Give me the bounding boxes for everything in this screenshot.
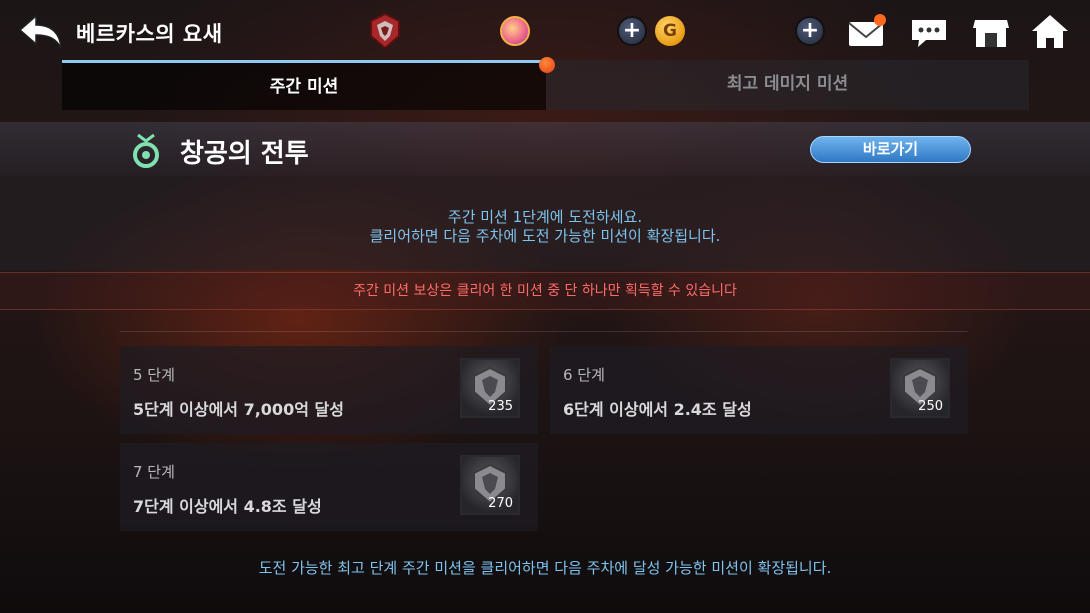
reward-notice: 주간 미션 보상은 클리어 한 미션 중 단 하나만 획득할 수 있습니다: [353, 283, 737, 299]
description-line-1: 주간 미션 1단계에 도전하세요.: [447, 208, 643, 226]
goto-button[interactable]: 바로가기: [810, 136, 971, 163]
reward-count: 250: [918, 399, 943, 414]
mail-icon[interactable]: [846, 12, 888, 52]
sky-battle-icon: [130, 133, 162, 169]
reward-count: 235: [488, 399, 513, 414]
top-bar: 베르카스의 요새 + G +: [0, 0, 1090, 62]
screen-title: 베르카스의 요새: [76, 22, 223, 46]
mission-card[interactable]: 7 단계 7단계 이상에서 4.8조 달성 270: [120, 443, 538, 531]
gold-coin-icon: G: [655, 16, 685, 46]
add-currency-button[interactable]: +: [795, 16, 825, 46]
add-gold-button[interactable]: +: [617, 16, 647, 46]
new-mail-badge: [874, 14, 886, 26]
gem-orb-icon[interactable]: [500, 16, 530, 46]
mission-step: 5 단계: [133, 366, 175, 384]
home-icon[interactable]: [1030, 12, 1072, 52]
mission-description: 5단계 이상에서 7,000억 달성: [133, 400, 344, 419]
mission-card[interactable]: 5 단계 5단계 이상에서 7,000억 달성 235: [120, 346, 538, 434]
section-title: 창공의 전투: [180, 139, 309, 169]
mission-card[interactable]: 6 단계 6단계 이상에서 2.4조 달성 250: [550, 346, 968, 434]
description-panel: 주간 미션 1단계에 도전하세요. 클리어하면 다음 주차에 도전 가능한 미션…: [0, 176, 1090, 270]
notice-panel: 주간 미션 보상은 클리어 한 미션 중 단 하나만 획득할 수 있습니다: [0, 272, 1090, 310]
dragon-emblem-icon[interactable]: [366, 12, 404, 50]
reward-count: 270: [488, 496, 513, 511]
section-header: 창공의 전투 바로가기: [0, 122, 1090, 176]
tab-progress-marker: [539, 57, 555, 73]
shop-icon[interactable]: [970, 12, 1012, 52]
mission-step: 6 단계: [563, 366, 605, 384]
mission-description: 7단계 이상에서 4.8조 달성: [133, 497, 322, 516]
reward-badge-icon: 250: [890, 358, 950, 418]
mission-tabs: 주간 미션 최고 데미지 미션: [62, 57, 1029, 110]
tab-weekly-mission[interactable]: 주간 미션: [62, 60, 546, 110]
tab-max-damage-mission[interactable]: 최고 데미지 미션: [546, 60, 1029, 110]
chat-icon[interactable]: [908, 12, 950, 52]
description-line-2: 클리어하면 다음 주차에 도전 가능한 미션이 확장됩니다.: [369, 227, 721, 245]
reward-badge-icon: 270: [460, 455, 520, 515]
reward-badge-icon: 235: [460, 358, 520, 418]
back-arrow-icon[interactable]: [18, 12, 64, 52]
list-divider: [120, 331, 968, 332]
footer-note: 도전 가능한 최고 단계 주간 미션을 클리어하면 다음 주차에 달성 가능한 …: [258, 559, 832, 577]
mission-description: 6단계 이상에서 2.4조 달성: [563, 400, 752, 419]
mission-step: 7 단계: [133, 463, 175, 481]
